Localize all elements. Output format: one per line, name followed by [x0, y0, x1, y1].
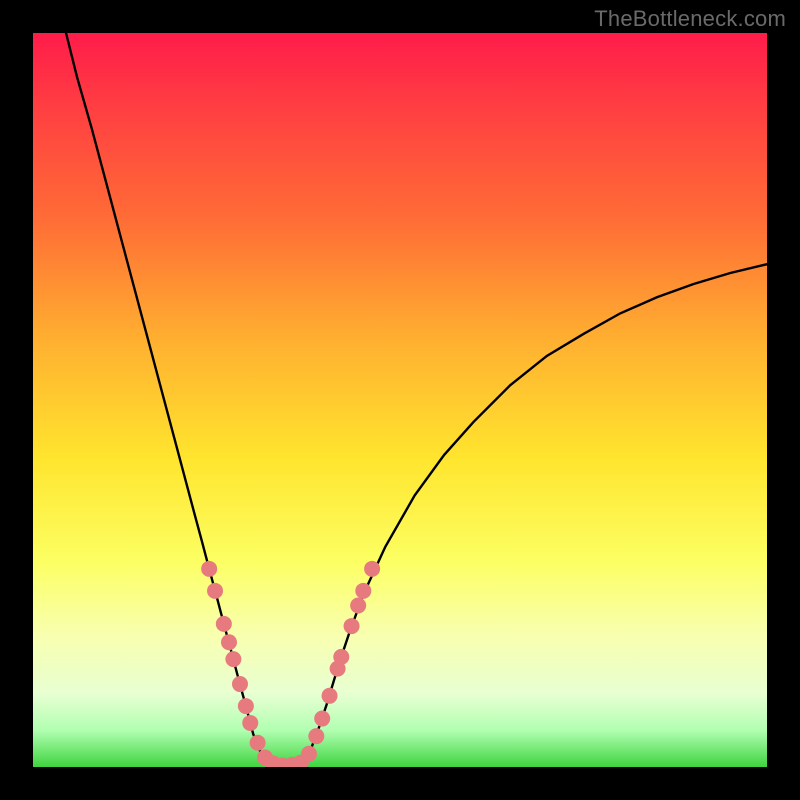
bead-point [242, 715, 258, 731]
bead-point [350, 598, 366, 614]
bottleneck-curve [66, 33, 767, 766]
bead-point [201, 561, 217, 577]
bead-point [364, 561, 380, 577]
curve-group [66, 33, 767, 766]
bead-point [238, 698, 254, 714]
chart-svg [33, 33, 767, 767]
bead-point [333, 649, 349, 665]
bead-point [355, 583, 371, 599]
bead-point [207, 583, 223, 599]
bead-point [344, 618, 360, 634]
chart-frame: TheBottleneck.com [0, 0, 800, 800]
bead-point [216, 616, 232, 632]
bead-point [250, 735, 266, 751]
watermark-text: TheBottleneck.com [594, 6, 786, 32]
bead-point [301, 746, 317, 762]
bead-point [314, 711, 330, 727]
bead-point [225, 651, 241, 667]
bead-point [308, 728, 324, 744]
beads-group [201, 561, 380, 767]
bead-point [232, 676, 248, 692]
bead-point [322, 688, 338, 704]
plot-area [33, 33, 767, 767]
bead-point [221, 634, 237, 650]
